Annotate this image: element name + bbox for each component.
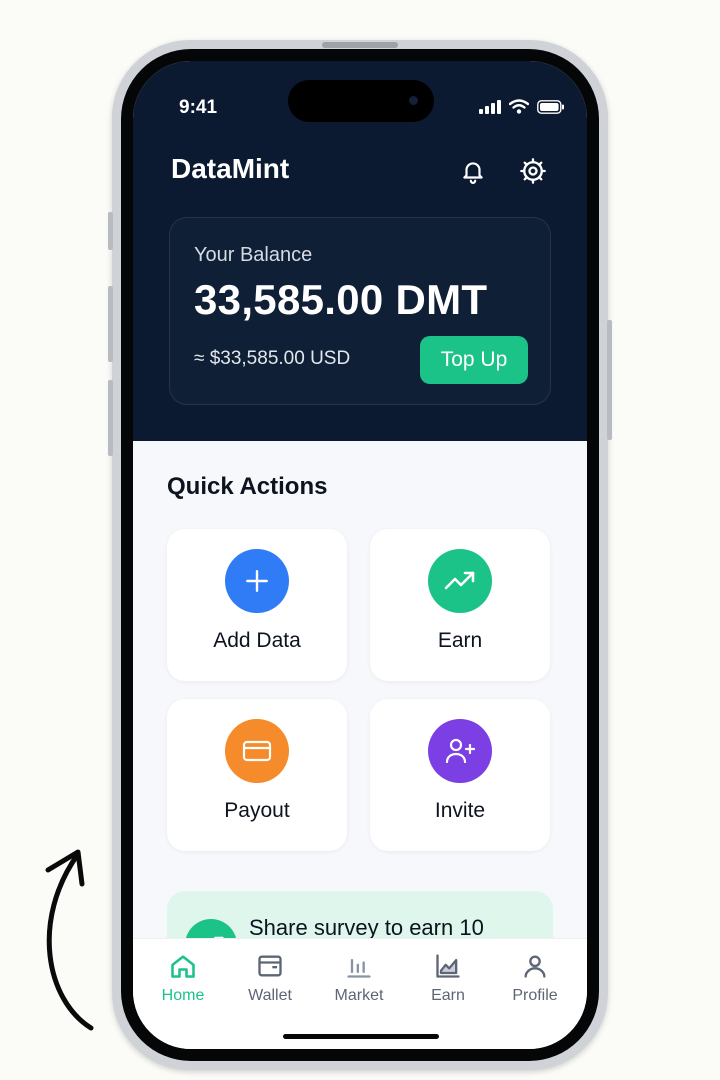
invite-icon-circle bbox=[428, 719, 492, 783]
payout-icon-circle bbox=[225, 719, 289, 783]
tab-profile[interactable]: Profile bbox=[499, 951, 571, 1005]
home-indicator bbox=[283, 1034, 439, 1039]
home-icon bbox=[171, 955, 195, 978]
payout-label: Payout bbox=[224, 799, 290, 822]
earn-label: Earn bbox=[437, 629, 483, 652]
hand-drawn-arrow bbox=[45, 849, 94, 1031]
tab-market-label: Market bbox=[334, 987, 384, 1004]
app-header: 9:41 DataMint Your Balance 33,585.00 DMT… bbox=[133, 61, 587, 441]
payout-action[interactable]: Payout bbox=[167, 699, 347, 851]
area-chart-icon bbox=[436, 954, 460, 978]
tab-earn[interactable]: Earn bbox=[412, 951, 484, 1005]
power-button bbox=[607, 320, 612, 440]
status-icons bbox=[479, 99, 565, 114]
user-plus-icon bbox=[445, 738, 476, 764]
earpiece bbox=[322, 42, 398, 48]
battery-icon bbox=[537, 99, 564, 114]
tab-profile-label: Profile bbox=[512, 987, 558, 1004]
status-time: 9:41 bbox=[179, 97, 218, 118]
signal-icon bbox=[479, 99, 501, 114]
volume-down-button bbox=[108, 380, 113, 456]
credit-card-icon bbox=[242, 740, 272, 762]
phone-frame: 9:41 DataMint Your Balance 33,585.00 DMT… bbox=[108, 40, 612, 1070]
top-up-button[interactable]: Top Up bbox=[420, 336, 528, 384]
add-data-label: Add Data bbox=[213, 629, 301, 652]
invite-action[interactable]: Invite bbox=[370, 699, 550, 851]
user-icon bbox=[524, 955, 546, 978]
balance-label: Your Balance bbox=[194, 244, 313, 266]
earn-icon-circle bbox=[428, 549, 492, 613]
front-camera bbox=[409, 96, 418, 105]
tab-earn-label: Earn bbox=[431, 987, 465, 1004]
app-title: DataMint bbox=[171, 153, 290, 184]
bell-icon bbox=[463, 162, 483, 184]
gear-icon bbox=[520, 158, 546, 184]
wifi-icon bbox=[509, 99, 529, 114]
tab-wallet[interactable]: Wallet bbox=[234, 951, 306, 1005]
app-screen: 9:41 DataMint Your Balance 33,585.00 DMT… bbox=[133, 61, 587, 1049]
bar-chart-icon bbox=[347, 959, 371, 978]
balance-card: Your Balance 33,585.00 DMT ≈ $33,585.00 … bbox=[169, 217, 551, 405]
volume-up-button bbox=[108, 286, 113, 362]
bottom-tab-bar: Home Wallet Market Earn Profile bbox=[133, 938, 587, 1049]
tab-home-label: Home bbox=[161, 987, 205, 1004]
tab-wallet-label: Wallet bbox=[248, 987, 292, 1004]
add-data-action[interactable]: Add Data bbox=[167, 529, 347, 681]
wallet-icon bbox=[258, 955, 282, 977]
tab-market[interactable]: Market bbox=[323, 951, 395, 1005]
add-data-icon-circle bbox=[225, 549, 289, 613]
tab-home[interactable]: Home bbox=[147, 951, 219, 1005]
trending-up-icon bbox=[444, 571, 475, 590]
plus-icon bbox=[246, 570, 268, 592]
dynamic-island bbox=[288, 80, 434, 122]
phone-bezel: 9:41 DataMint Your Balance 33,585.00 DMT… bbox=[121, 49, 599, 1061]
invite-label: Invite bbox=[434, 799, 486, 822]
quick-actions-title: Quick Actions bbox=[167, 473, 328, 500]
earn-action[interactable]: Earn bbox=[370, 529, 550, 681]
balance-amount: 33,585.00 DMT bbox=[194, 276, 488, 323]
balance-usd: ≈ $33,585.00 USD bbox=[194, 348, 351, 369]
settings-button[interactable] bbox=[517, 155, 549, 187]
notifications-button[interactable] bbox=[457, 155, 489, 187]
action-button bbox=[108, 212, 113, 250]
